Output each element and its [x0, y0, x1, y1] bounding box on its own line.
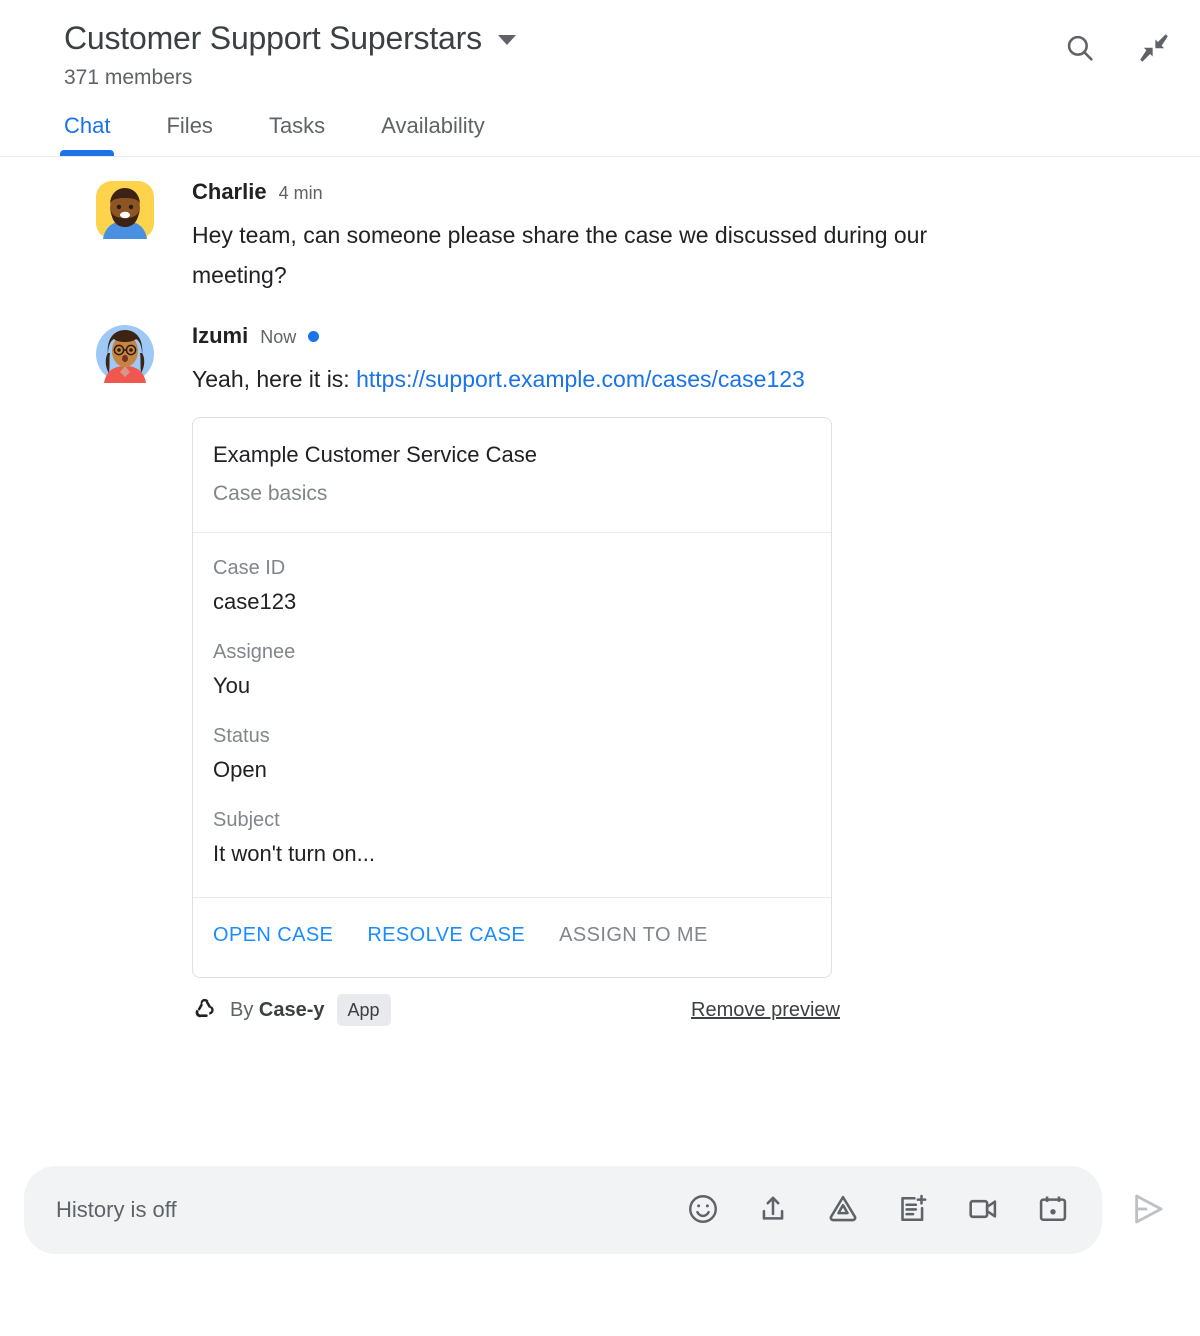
open-case-button[interactable]: OPEN CASE: [213, 924, 333, 947]
header-actions: [1060, 28, 1174, 68]
message-timestamp: Now: [260, 327, 297, 347]
remove-preview-link[interactable]: Remove preview: [691, 997, 840, 1023]
tab-bar: Chat Files Tasks Availability: [0, 92, 1200, 157]
field-subject: Subject It won't turn on...: [213, 807, 811, 869]
card-attribution: By Case-y App: [192, 994, 391, 1026]
video-meeting-button[interactable]: [960, 1187, 1006, 1233]
message-item: Izumi Now Yeah, here it is: https://supp…: [0, 323, 1176, 1026]
collapse-button[interactable]: [1134, 28, 1174, 68]
tab-files[interactable]: Files: [166, 106, 212, 156]
assign-to-me-button[interactable]: ASSIGN TO ME: [559, 924, 708, 947]
app-name: Case-y: [258, 999, 325, 1021]
tab-chat[interactable]: Chat: [59, 106, 116, 156]
field-label: Assignee: [213, 641, 296, 663]
webhook-icon: [192, 995, 218, 1026]
message-text: Yeah, here it is: https://support.exampl…: [192, 359, 840, 399]
field-status: Status Open: [213, 723, 811, 785]
create-document-button[interactable]: [890, 1187, 936, 1233]
card-subtitle: Case basics: [213, 482, 328, 505]
izumi-avatar: [96, 325, 154, 383]
video-camera-icon: [966, 1192, 1000, 1229]
case-link[interactable]: https://support.example.com/cases/case12…: [356, 366, 805, 392]
case-preview-card: Example Customer Service Case Case basic…: [192, 417, 832, 978]
avatar[interactable]: [96, 325, 154, 383]
message-input[interactable]: History is off: [56, 1197, 680, 1223]
card-attribution-row: By Case-y App Remove preview: [192, 994, 840, 1026]
message-text: Hey team, can someone please share the c…: [192, 222, 928, 288]
resolve-case-button[interactable]: RESOLVE CASE: [367, 924, 525, 947]
message-list: Charlie 4 min Hey team, can someone plea…: [0, 157, 1200, 1026]
card-header: Example Customer Service Case Case basic…: [193, 418, 831, 533]
message-composer[interactable]: History is off: [24, 1166, 1102, 1254]
calendar-icon: [1036, 1192, 1070, 1229]
message-text-prefix: Yeah, here it is:: [192, 366, 357, 392]
message-meta: Charlie 4 min: [192, 179, 996, 205]
page-title: Customer Support Superstars: [64, 20, 482, 56]
chevron-down-icon[interactable]: [497, 35, 516, 45]
field-assignee: Assignee You: [213, 639, 811, 701]
upload-icon: [756, 1192, 790, 1229]
unread-indicator-dot: [308, 330, 320, 342]
card-fields: Case ID case123 Assignee You Status Open…: [193, 533, 831, 898]
app-badge: App: [336, 994, 391, 1026]
avatar[interactable]: [96, 181, 154, 239]
add-document-icon: [896, 1192, 930, 1229]
field-value: case123: [213, 589, 297, 614]
chat-header: Customer Support Superstars 371 members: [0, 0, 1200, 92]
composer-toolbar: [680, 1187, 1076, 1233]
message-sender: Charlie: [192, 179, 267, 204]
field-case-id: Case ID case123: [213, 555, 811, 617]
search-button[interactable]: [1060, 28, 1100, 68]
card-actions: OPEN CASE RESOLVE CASE ASSIGN TO ME: [193, 898, 831, 977]
composer-area: History is off: [0, 1166, 1200, 1254]
charlie-avatar: [96, 181, 154, 239]
calendar-button[interactable]: [1030, 1187, 1076, 1233]
field-value: Open: [213, 757, 267, 782]
tab-tasks[interactable]: Tasks: [269, 106, 325, 156]
message-body: Izumi Now Yeah, here it is: https://supp…: [96, 323, 840, 1026]
upload-file-button[interactable]: [750, 1187, 796, 1233]
message-meta: Izumi Now: [192, 323, 840, 349]
field-value: You: [213, 673, 251, 698]
card-title: Example Customer Service Case: [213, 442, 538, 467]
search-icon: [1063, 31, 1097, 65]
member-count: 371 members: [64, 66, 193, 89]
room-title-row: Customer Support Superstars: [64, 18, 1176, 58]
message-item: Charlie 4 min Hey team, can someone plea…: [0, 179, 1176, 295]
collapse-arrows-icon: [1136, 30, 1172, 66]
card-author: By Case-y: [230, 997, 325, 1023]
tab-availability[interactable]: Availability: [381, 106, 485, 156]
message-sender: Izumi: [192, 323, 249, 348]
field-label: Case ID: [213, 557, 286, 579]
field-label: Subject: [213, 809, 280, 831]
emoji-icon: [686, 1192, 720, 1229]
send-icon: [1127, 1188, 1169, 1233]
drive-button[interactable]: [820, 1187, 866, 1233]
message-body: Charlie 4 min Hey team, can someone plea…: [96, 179, 996, 295]
google-drive-icon: [826, 1192, 860, 1229]
field-value: It won't turn on...: [213, 841, 375, 866]
send-button[interactable]: [1120, 1182, 1176, 1238]
field-label: Status: [213, 725, 270, 747]
message-timestamp: 4 min: [278, 183, 323, 203]
by-prefix: By: [230, 999, 259, 1021]
emoji-button[interactable]: [680, 1187, 726, 1233]
